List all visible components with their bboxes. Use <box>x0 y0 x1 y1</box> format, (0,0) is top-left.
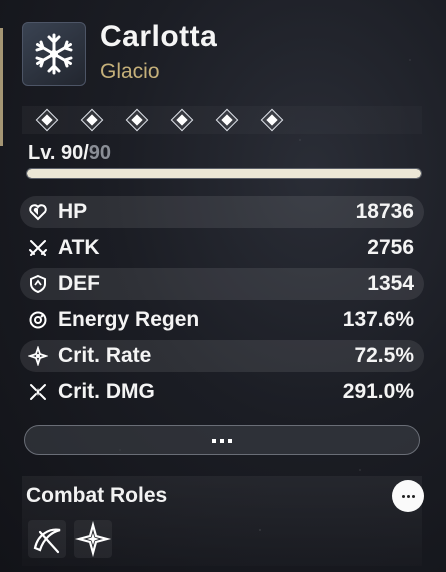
sequence-node-2[interactable] <box>80 108 104 132</box>
level-progress-fill <box>27 169 421 178</box>
stat-row-crit-dmg: Crit. DMG 291.0% <box>20 376 424 408</box>
stat-value: 72.5% <box>354 344 414 367</box>
stat-label: ATK <box>58 236 100 259</box>
stat-label: DEF <box>58 272 100 295</box>
stat-label: Crit. Rate <box>58 344 152 367</box>
sequence-node-1[interactable] <box>35 108 59 132</box>
combat-roles-section: Combat Roles <box>22 476 424 566</box>
sequence-node-6[interactable] <box>260 108 284 132</box>
stat-row-crit-rate: Crit. Rate 72.5% <box>20 340 424 372</box>
stat-value: 2756 <box>367 236 414 259</box>
shield-icon <box>30 274 46 294</box>
stat-row-atk: ATK 2756 <box>20 232 424 264</box>
level-max: 90 <box>88 142 112 164</box>
character-name: Carlotta <box>100 20 218 53</box>
combat-roles-title: Combat Roles <box>26 484 168 507</box>
sequence-node-4[interactable] <box>170 108 194 132</box>
stat-row-hp: HP 18736 <box>20 196 424 228</box>
crossed-swords-icon <box>29 240 47 256</box>
level-progress-bar <box>26 168 422 179</box>
combat-roles-more-button[interactable] <box>392 480 424 512</box>
snowflake-icon <box>22 22 86 86</box>
sparkle-star-icon[interactable] <box>74 520 112 558</box>
level-label: Lv. 90/ <box>28 142 89 164</box>
stat-label: HP <box>58 200 88 223</box>
stat-label: Crit. DMG <box>58 380 155 403</box>
stat-value: 291.0% <box>342 380 414 403</box>
stat-value: 18736 <box>355 200 414 223</box>
sequence-node-5[interactable] <box>215 108 239 132</box>
energy-regen-icon <box>29 311 47 329</box>
stat-value: 137.6% <box>342 308 414 331</box>
ellipsis-icon <box>212 439 232 443</box>
sequence-nodes <box>22 106 422 134</box>
more-stats-button[interactable] <box>24 425 420 455</box>
stat-value: 1354 <box>367 272 414 295</box>
character-element: Glacio <box>100 60 160 83</box>
stats-panel: HP 18736 ATK 2756 DEF 1354 Energy Regen … <box>20 196 424 412</box>
stat-row-def: DEF 1354 <box>20 268 424 300</box>
stat-label: Energy Regen <box>58 308 200 331</box>
crit-dmg-icon <box>30 384 46 400</box>
heart-icon <box>29 204 47 221</box>
character-header: Carlotta Glacio <box>22 20 422 90</box>
level-text: Lv. 90/90 <box>28 142 111 165</box>
sequence-node-3[interactable] <box>125 108 149 132</box>
stat-row-energy-regen: Energy Regen 137.6% <box>20 304 424 336</box>
selection-accent-bar <box>0 28 3 146</box>
crit-rate-icon <box>28 346 48 366</box>
scythe-icon[interactable] <box>28 520 66 558</box>
